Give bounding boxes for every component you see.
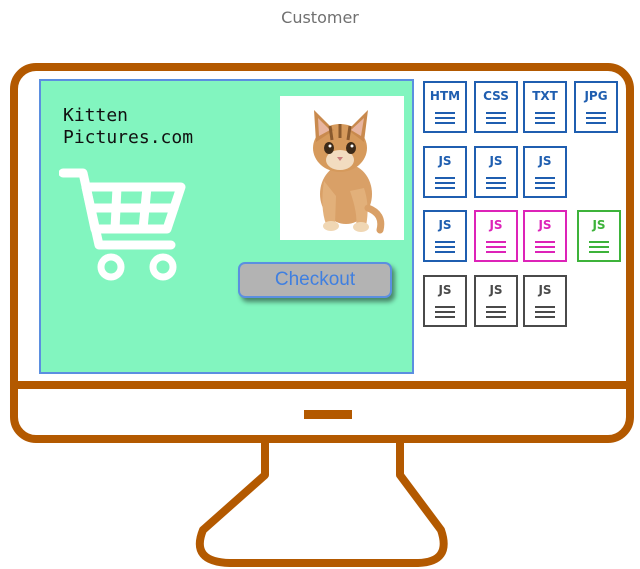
- file-type-label: JPG: [584, 89, 608, 103]
- file-icon: JS: [423, 146, 467, 198]
- file-text-line: [435, 251, 455, 253]
- file-text-line: [435, 241, 455, 243]
- file-text-line: [486, 112, 506, 114]
- kitten-illustration: [313, 110, 385, 234]
- file-icon: JS: [523, 146, 567, 198]
- file-text-line: [486, 241, 506, 243]
- file-icon: JPG: [574, 81, 618, 133]
- file-text-line: [535, 316, 555, 318]
- file-text-line: [435, 306, 455, 308]
- power-indicator: [304, 410, 352, 419]
- file-text-line: [435, 187, 455, 189]
- file-type-label: JS: [538, 154, 552, 168]
- file-type-label: JS: [538, 218, 552, 232]
- file-type-label: JS: [438, 154, 452, 168]
- file-type-label: JS: [438, 283, 452, 297]
- file-icon: JS: [423, 210, 467, 262]
- file-type-label: TXT: [532, 89, 558, 103]
- file-icon: JS: [423, 275, 467, 327]
- file-type-label: JS: [438, 218, 452, 232]
- file-text-line: [535, 306, 555, 308]
- file-text-line: [535, 117, 555, 119]
- checkout-button[interactable]: Checkout: [238, 262, 392, 298]
- file-text-line: [486, 122, 506, 124]
- file-text-line: [589, 241, 609, 243]
- file-text-line: [486, 306, 506, 308]
- file-text-line: [535, 112, 555, 114]
- file-icon: HTM: [423, 81, 467, 133]
- shopping-cart-icon: [59, 168, 186, 281]
- file-icon: JS: [523, 275, 567, 327]
- file-text-line: [535, 311, 555, 313]
- file-text-line: [535, 177, 555, 179]
- file-text-line: [486, 117, 506, 119]
- kitten-photo: [280, 96, 404, 240]
- file-text-line: [535, 122, 555, 124]
- file-text-line: [535, 241, 555, 243]
- file-text-line: [535, 251, 555, 253]
- file-type-label: JS: [489, 218, 503, 232]
- file-text-line: [435, 177, 455, 179]
- file-text-line: [535, 246, 555, 248]
- site-title-line1: Kitten: [63, 105, 129, 126]
- file-text-line: [486, 177, 506, 179]
- file-text-line: [589, 246, 609, 248]
- site-title: Kitten Pictures.com: [63, 105, 263, 149]
- file-text-line: [486, 251, 506, 253]
- file-text-line: [535, 187, 555, 189]
- file-text-line: [435, 122, 455, 124]
- file-text-line: [586, 117, 606, 119]
- file-text-line: [486, 182, 506, 184]
- file-text-line: [486, 316, 506, 318]
- file-text-line: [586, 122, 606, 124]
- file-text-line: [435, 316, 455, 318]
- browser-window: Kitten Pictures.com Checkout: [39, 79, 414, 374]
- file-icon: JS: [474, 210, 518, 262]
- file-type-label: JS: [489, 283, 503, 297]
- file-icon: JS: [577, 210, 621, 262]
- file-icon: CSS: [474, 81, 518, 133]
- file-icon: JS: [474, 146, 518, 198]
- file-text-line: [435, 182, 455, 184]
- file-icon: JS: [523, 210, 567, 262]
- file-text-line: [486, 311, 506, 313]
- file-text-line: [589, 251, 609, 253]
- file-text-line: [435, 112, 455, 114]
- file-type-label: JS: [538, 283, 552, 297]
- file-text-line: [435, 311, 455, 313]
- file-type-label: CSS: [483, 89, 509, 103]
- file-text-line: [435, 117, 455, 119]
- file-text-line: [586, 112, 606, 114]
- file-text-line: [486, 246, 506, 248]
- file-text-line: [486, 187, 506, 189]
- file-icon: JS: [474, 275, 518, 327]
- file-type-label: JS: [592, 218, 606, 232]
- site-title-line2: Pictures.com: [63, 127, 194, 148]
- file-text-line: [535, 182, 555, 184]
- monitor-stand: [195, 441, 448, 567]
- file-text-line: [435, 246, 455, 248]
- file-type-label: HTM: [429, 89, 461, 103]
- file-type-label: JS: [489, 154, 503, 168]
- file-icon: TXT: [523, 81, 567, 133]
